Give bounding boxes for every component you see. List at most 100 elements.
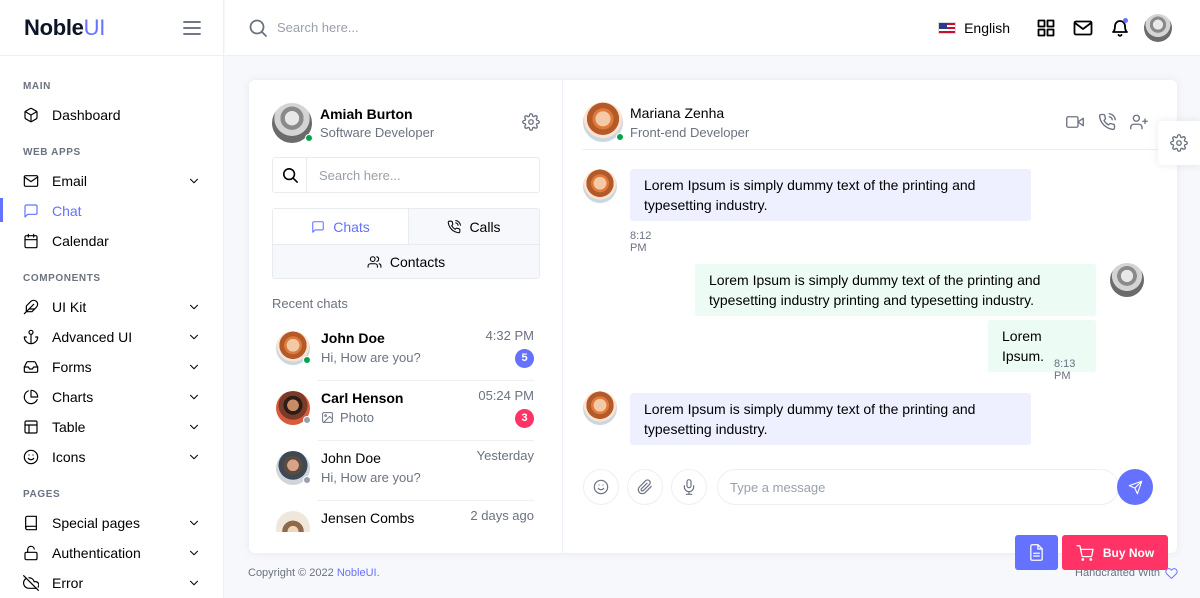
sidebar-item-charts[interactable]: Charts [0, 382, 223, 412]
settings-icon [1170, 134, 1188, 152]
user-avatar[interactable] [1144, 13, 1172, 42]
chat-list-item[interactable]: Carl Henson Photo 05:24 PM 3 [272, 380, 540, 440]
message-bubble: Lorem Ipsum is simply dummy text of the … [630, 169, 1031, 221]
sidebar-item-label: Forms [52, 359, 92, 375]
documentation-button[interactable] [1015, 535, 1058, 570]
top-search-input[interactable] [277, 20, 577, 35]
layout-icon [24, 420, 38, 434]
message-time: 8:13 PM [1054, 358, 1076, 382]
my-avatar [1110, 263, 1144, 297]
sidebar-item-forms[interactable]: Forms [0, 352, 223, 382]
chat-avatar [276, 391, 311, 425]
chevron-down-icon [187, 450, 201, 464]
sidebar-item-chat[interactable]: Chat [0, 196, 223, 226]
sidebar-item-label: Email [52, 173, 88, 189]
tab-calls[interactable]: Calls [409, 209, 539, 244]
contact-name: Mariana Zenha [630, 105, 725, 121]
sidebar-item-label: Dashboard [52, 107, 121, 123]
buy-now-button[interactable]: Buy Now [1062, 535, 1168, 570]
users-icon [367, 256, 382, 268]
settings-icon[interactable] [522, 113, 540, 131]
tab-contacts-label: Contacts [389, 254, 446, 270]
sidebar-item-advanced-ui[interactable]: Advanced UI [0, 322, 223, 352]
sidebar-brand: NobleUI [0, 0, 223, 56]
pane-divider [562, 80, 563, 553]
chat-avatar [276, 451, 311, 485]
mail-icon[interactable] [1073, 20, 1093, 36]
smile-icon[interactable] [583, 469, 619, 505]
notification-dot [1123, 18, 1128, 23]
user-plus-icon[interactable] [1129, 113, 1149, 131]
unread-badge: 5 [515, 349, 534, 368]
logo[interactable]: NobleUI [24, 15, 105, 41]
chat-time: 4:32 PM [485, 328, 534, 343]
brand-link[interactable]: NobleUI [337, 567, 377, 579]
chat-time: Yesterday [476, 448, 534, 463]
my-avatar[interactable] [272, 103, 313, 143]
sidebar-item-icons[interactable]: Icons [0, 442, 223, 472]
chat-list-item[interactable]: Jensen Combs 2 days ago [272, 500, 540, 532]
message-time: 8:12 PM [630, 230, 652, 254]
sidebar-item-special-pages[interactable]: Special pages [0, 508, 223, 538]
chat-time: 2 days ago [470, 508, 534, 523]
book-icon [25, 515, 37, 531]
sidebar-item-calendar[interactable]: Calendar [0, 226, 223, 256]
my-name: Amiah Burton [320, 106, 413, 122]
message-bubble: Lorem Ipsum is simply dummy text of the … [630, 393, 1031, 445]
status-dot [303, 416, 311, 424]
message-input[interactable] [717, 469, 1119, 505]
sidebar-item-dashboard[interactable]: Dashboard [0, 100, 223, 130]
copyright: Copyright © 2022 NobleUI. [248, 567, 380, 579]
tab-contacts[interactable]: Contacts [273, 244, 539, 279]
sidebar-item-email[interactable]: Email [0, 166, 223, 196]
grid-icon[interactable] [1037, 19, 1055, 37]
phone-call-icon[interactable] [1098, 113, 1116, 131]
chat-list-item[interactable]: John Doe Hi, How are you? 4:32 PM 5 [272, 320, 540, 380]
my-profile: Amiah Burton Software Developer [272, 103, 540, 143]
chevron-down-icon [187, 330, 201, 344]
video-icon[interactable] [1065, 113, 1085, 131]
sidebar-item-authentication[interactable]: Authentication [0, 538, 223, 568]
chat-avatar [276, 511, 310, 532]
sidebar: NobleUI MAIN Dashboard WEB APPS Email Chat Ca… [0, 0, 224, 598]
theme-settings-button[interactable] [1158, 121, 1200, 165]
chat-list-item[interactable]: John Doe Hi, How are you? Yesterday [272, 440, 540, 500]
message-composer [583, 467, 1177, 507]
unlock-icon [24, 545, 38, 561]
menu-toggle-icon[interactable] [183, 20, 201, 35]
chat-sidebar: Amiah Burton Software Developer Chats Ca… [272, 80, 540, 553]
sidebar-item-table[interactable]: Table [0, 412, 223, 442]
sidebar-nav: MAIN Dashboard WEB APPS Email Chat Calendar CO… [0, 56, 223, 598]
cloud-off-icon [23, 575, 39, 591]
chat-preview-text: Photo [340, 410, 374, 425]
contact-avatar[interactable] [583, 102, 624, 142]
chat-card: Amiah Burton Software Developer Chats Ca… [249, 80, 1177, 553]
sidebar-item-ui-kit[interactable]: UI Kit [0, 292, 223, 322]
chevron-down-icon [187, 360, 201, 374]
buy-now-label: Buy Now [1102, 545, 1155, 560]
bell-icon[interactable] [1111, 18, 1129, 37]
paperclip-icon[interactable] [627, 469, 663, 505]
unread-badge: 3 [515, 409, 534, 428]
sidebar-item-label: Authentication [52, 545, 141, 561]
calendar-icon [24, 233, 38, 249]
language-selector[interactable]: English [938, 20, 1010, 36]
chat-preview-text: Hi, How are you? [321, 350, 421, 365]
tab-chats-label: Chats [333, 218, 370, 235]
chat-tabs: Chats Calls Contacts [272, 208, 540, 279]
status-dot [303, 476, 311, 484]
chat-search-input[interactable] [307, 167, 527, 183]
search-icon[interactable] [273, 158, 307, 192]
image-icon [322, 412, 333, 423]
chat-avatar [276, 331, 311, 365]
nav-category: MAIN [23, 81, 51, 92]
language-label: English [964, 19, 1010, 36]
mic-icon[interactable] [671, 469, 707, 505]
sidebar-item-label: Error [52, 575, 84, 591]
chevron-down-icon [187, 300, 201, 314]
file-text-icon [1030, 544, 1043, 561]
message-bubble: Lorem Ipsum is simply dummy text of the … [695, 264, 1096, 316]
sidebar-item-error[interactable]: Error [0, 568, 223, 598]
tab-chats[interactable]: Chats [273, 209, 409, 244]
send-button[interactable] [1117, 469, 1153, 505]
